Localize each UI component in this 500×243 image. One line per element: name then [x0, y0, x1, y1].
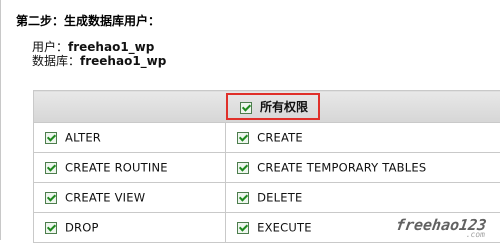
privilege-label: DELETE [257, 191, 302, 205]
privilege-create-view[interactable]: CREATE VIEW [34, 183, 226, 213]
left-border [0, 0, 1, 240]
checkbox-checked-icon[interactable] [237, 132, 249, 144]
user-info: 用户：freehao1_wp [32, 40, 154, 55]
checkbox-checked-icon[interactable] [237, 192, 249, 204]
user-label: 用户： [32, 40, 68, 54]
privilege-drop[interactable]: DROP [34, 213, 226, 243]
step-title: 第二步：生成数据库用户： [16, 12, 160, 29]
privilege-label: CREATE TEMPORARY TABLES [257, 161, 426, 175]
checkbox-checked-icon[interactable] [45, 192, 57, 204]
privilege-delete[interactable]: DELETE [226, 183, 500, 213]
privilege-label: CREATE ROUTINE [65, 161, 168, 175]
privilege-create-temporary-tables[interactable]: CREATE TEMPORARY TABLES [226, 153, 500, 183]
privilege-label: CREATE VIEW [65, 191, 145, 205]
table-row: CREATE ROUTINE CREATE TEMPORARY TABLES [34, 153, 500, 183]
checkbox-checked-icon[interactable] [237, 162, 249, 174]
all-privileges-label: 所有权限 [260, 100, 308, 114]
checkbox-checked-icon[interactable] [237, 222, 249, 234]
watermark-logo: freehao123 .com [394, 216, 487, 234]
checkbox-checked-icon[interactable] [240, 102, 252, 114]
privilege-label: CREATE [257, 131, 303, 145]
database-info: 数据库：freehao1_wp [32, 54, 166, 69]
checkbox-checked-icon[interactable] [45, 162, 57, 174]
table-row: ALTER CREATE [34, 123, 500, 153]
all-privileges-header: 所有权限 [34, 91, 500, 123]
user-value: freehao1_wp [68, 40, 154, 54]
checkbox-checked-icon[interactable] [45, 132, 57, 144]
table-row: CREATE VIEW DELETE [34, 183, 500, 213]
privilege-alter[interactable]: ALTER [34, 123, 226, 153]
privilege-label: EXECUTE [257, 221, 312, 235]
checkbox-checked-icon[interactable] [45, 222, 57, 234]
database-label: 数据库： [32, 54, 80, 68]
privilege-create[interactable]: CREATE [226, 123, 500, 153]
all-privileges-option[interactable]: 所有权限 [226, 93, 320, 120]
database-value: freehao1_wp [80, 54, 166, 68]
watermark-sub: .com [465, 230, 486, 239]
privilege-create-routine[interactable]: CREATE ROUTINE [34, 153, 226, 183]
privilege-label: DROP [65, 221, 99, 235]
privilege-label: ALTER [65, 131, 101, 145]
